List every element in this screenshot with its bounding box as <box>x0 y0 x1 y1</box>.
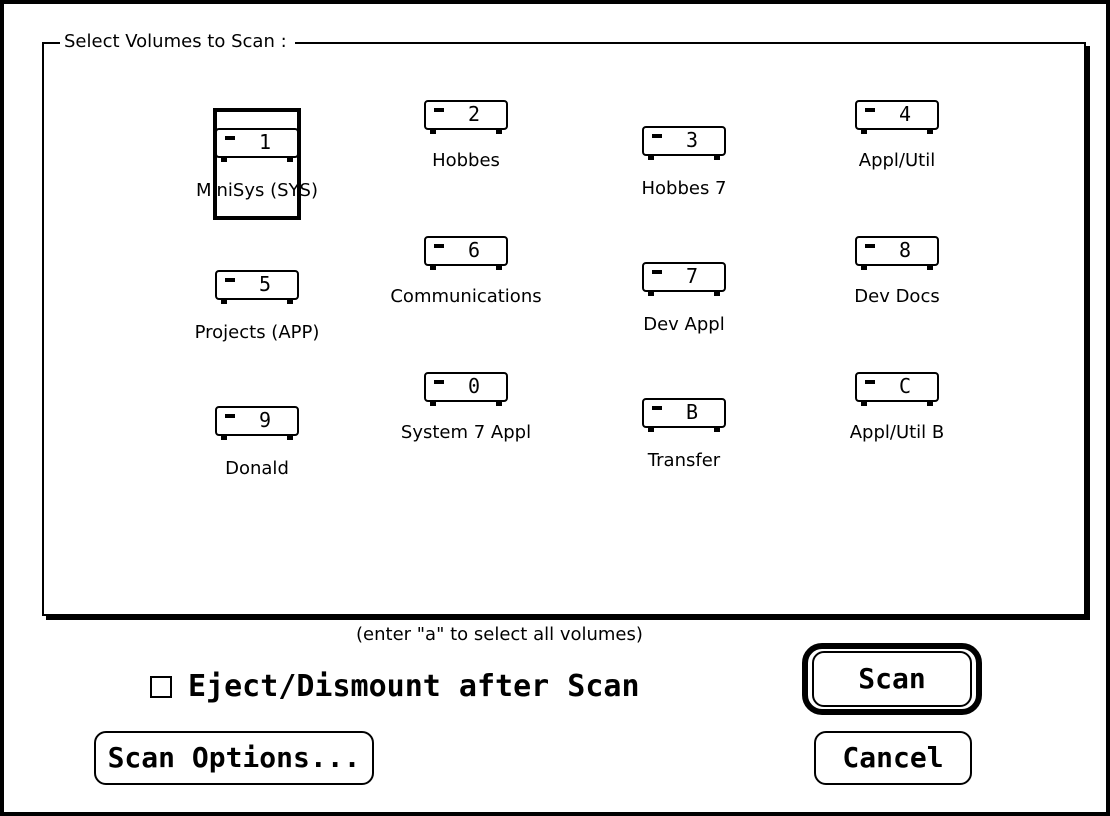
hard-disk-icon[interactable]: 7 <box>642 262 726 298</box>
volume-key: 0 <box>467 374 481 398</box>
hard-disk-icon[interactable]: 2 <box>424 100 508 136</box>
volume-name: Dev Appl <box>643 314 725 335</box>
drive-foot <box>287 300 293 304</box>
drive-foot <box>648 428 654 432</box>
drive-slot <box>865 244 875 248</box>
drive-foot <box>430 130 436 134</box>
volume-key: 2 <box>467 102 481 126</box>
volume-key: 3 <box>685 128 699 152</box>
drive-foot <box>496 130 502 134</box>
drive-slot <box>652 134 662 138</box>
volume-name: Appl/Util B <box>849 422 945 443</box>
hard-disk-icon[interactable]: 0 <box>424 372 508 408</box>
hard-disk-icon[interactable]: C <box>855 372 939 408</box>
volume-name: Donald <box>225 458 289 479</box>
volume-name: System 7 Appl <box>400 422 532 443</box>
drive-foot <box>861 402 867 406</box>
drive-foot <box>714 156 720 160</box>
drive-slot <box>434 244 444 248</box>
volume-name: Transfer <box>647 450 721 471</box>
select-all-hint: (enter "a" to select all volumes) <box>356 624 643 645</box>
group-title: Select Volumes to Scan : <box>60 31 295 53</box>
volume-name: Hobbes 7 <box>641 178 727 199</box>
drive-foot <box>287 158 293 162</box>
drive-foot <box>927 402 933 406</box>
drive-slot <box>225 136 235 140</box>
volume-name: Appl/Util <box>858 150 936 171</box>
drive-slot <box>434 380 444 384</box>
volume-key: C <box>898 374 912 398</box>
volume-item[interactable]: 8 Dev Docs <box>807 236 987 356</box>
scan-volumes-dialog: Select Volumes to Scan : 1 MiniSys (SYS) 2… <box>0 0 1110 816</box>
volume-key: 7 <box>685 264 699 288</box>
drive-foot <box>861 130 867 134</box>
volume-item[interactable]: B Transfer <box>594 398 774 518</box>
drive-foot <box>221 300 227 304</box>
drive-slot <box>225 414 235 418</box>
volume-item[interactable]: 4 Appl/Util <box>807 100 987 220</box>
drive-foot <box>927 130 933 134</box>
hard-disk-icon[interactable]: 5 <box>215 270 299 306</box>
volume-item[interactable]: 5 Projects (APP) <box>167 270 347 390</box>
drive-foot <box>496 402 502 406</box>
hard-disk-icon[interactable]: 1 <box>215 128 299 164</box>
drive-foot <box>221 158 227 162</box>
volume-name: Hobbes <box>432 150 500 171</box>
volume-key: 6 <box>467 238 481 262</box>
volume-key: 1 <box>258 130 272 154</box>
volume-key: 8 <box>898 238 912 262</box>
volume-key: 9 <box>258 408 272 432</box>
eject-dismount-label[interactable]: Eject/Dismount after Scan <box>188 670 640 704</box>
volume-key: 5 <box>258 272 272 296</box>
volume-item[interactable]: 0 System 7 Appl <box>376 372 556 492</box>
drive-slot <box>865 380 875 384</box>
volume-item[interactable]: 7 Dev Appl <box>594 262 774 382</box>
volume-name: Projects (APP) <box>194 322 320 343</box>
volume-key: 4 <box>898 102 912 126</box>
hard-disk-icon[interactable]: 4 <box>855 100 939 136</box>
volume-item[interactable]: 1 MiniSys (SYS) <box>167 108 347 248</box>
drive-foot <box>496 266 502 270</box>
volume-key: B <box>685 400 699 424</box>
volume-name: MiniSys (SYS) <box>195 180 318 201</box>
drive-foot <box>648 156 654 160</box>
drive-slot <box>225 278 235 282</box>
selection-highlight <box>213 108 301 220</box>
drive-slot <box>434 108 444 112</box>
volume-item[interactable]: 6 Communications <box>376 236 556 356</box>
volume-item[interactable]: 3 Hobbes 7 <box>594 126 774 246</box>
volume-item[interactable]: 2 Hobbes <box>376 100 556 220</box>
hard-disk-icon[interactable]: 3 <box>642 126 726 162</box>
drive-foot <box>287 436 293 440</box>
drive-foot <box>430 402 436 406</box>
scan-options-button[interactable]: Scan Options... <box>94 731 374 785</box>
hard-disk-icon[interactable]: 8 <box>855 236 939 272</box>
drive-slot <box>652 270 662 274</box>
hard-disk-icon[interactable]: 6 <box>424 236 508 272</box>
hard-disk-icon[interactable]: B <box>642 398 726 434</box>
drive-slot <box>865 108 875 112</box>
volume-name: Communications <box>390 286 542 307</box>
eject-dismount-checkbox[interactable] <box>150 676 172 698</box>
drive-foot <box>927 266 933 270</box>
hard-disk-icon[interactable]: 9 <box>215 406 299 442</box>
volume-item[interactable]: 9 Donald <box>167 406 347 526</box>
drive-foot <box>861 266 867 270</box>
drive-foot <box>221 436 227 440</box>
drive-foot <box>648 292 654 296</box>
scan-button[interactable]: Scan <box>812 651 972 707</box>
cancel-button[interactable]: Cancel <box>814 731 972 785</box>
volume-name: Dev Docs <box>854 286 940 307</box>
drive-foot <box>430 266 436 270</box>
drive-slot <box>652 406 662 410</box>
volume-item[interactable]: C Appl/Util B <box>807 372 987 492</box>
drive-foot <box>714 428 720 432</box>
drive-foot <box>714 292 720 296</box>
